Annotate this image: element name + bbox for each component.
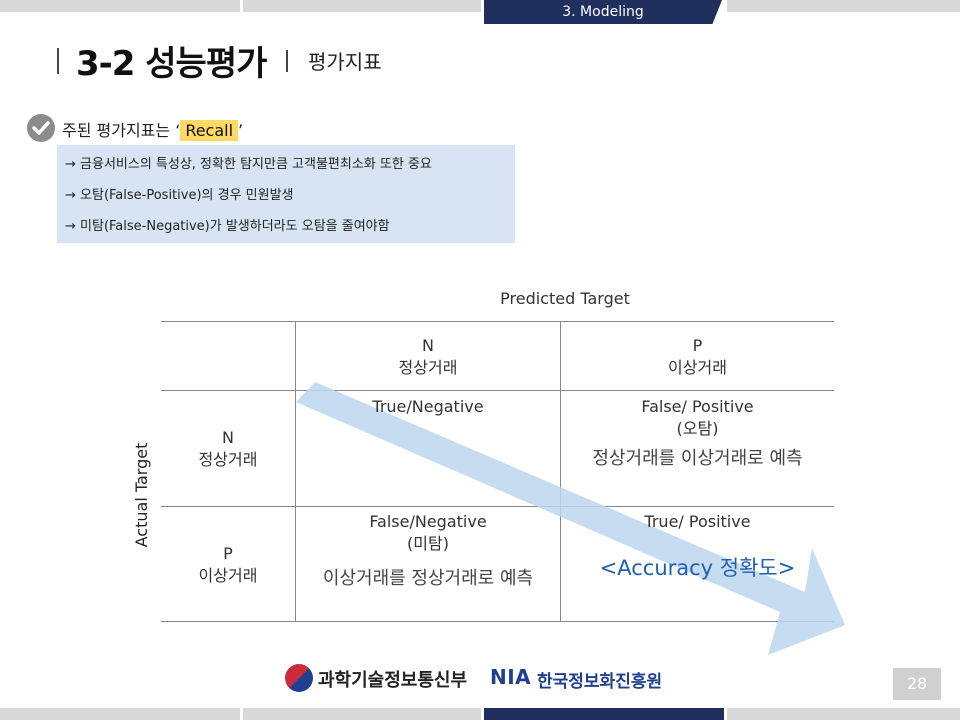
fn-desc: 이상거래를 정상거래로 예측: [322, 568, 534, 589]
ministry-logo-icon: [285, 664, 313, 692]
fp-label: False/ Positive: [641, 397, 754, 416]
col-n-name: 정상거래: [398, 358, 458, 377]
fn-label: False/Negative: [369, 512, 487, 531]
col-n-code: N: [422, 336, 434, 355]
cell-true-negative: True/Negative: [372, 397, 484, 416]
bottom-bar-segment: [0, 708, 240, 720]
row-header-p: P 이상거래: [161, 543, 295, 587]
row-p-name: 이상거래: [198, 566, 258, 585]
cell-true-positive: True/ Positive <Accuracy 정확도>: [561, 511, 834, 579]
row-header-n: N 정상거래: [161, 427, 295, 471]
ministry-name: 과학기술정보통신부: [318, 670, 468, 691]
cell-false-negative: False/Negative (미탐) 이상거래를 정상거래로 예측: [296, 511, 560, 590]
bottom-bar-segment: [727, 708, 960, 720]
accuracy-label: <Accuracy 정확도>: [599, 556, 796, 580]
fn-sub: (미탐): [407, 534, 449, 553]
fp-sub: (오탐): [676, 419, 719, 438]
nia-name: 한국정보화진흥원: [537, 672, 663, 692]
bottom-bar-segment: [243, 708, 481, 720]
predicted-target-label: Predicted Target: [500, 289, 630, 308]
row-n-code: N: [222, 428, 234, 447]
actual-target-label: Actual Target: [132, 442, 151, 548]
page-number: 28: [893, 668, 941, 700]
col-p-code: P: [692, 336, 703, 355]
col-header-p: P 이상거래: [561, 335, 834, 379]
row-n-name: 정상거래: [198, 450, 258, 469]
nia-logo: NIA: [490, 665, 532, 689]
row-p-code: P: [223, 544, 233, 563]
fp-desc: 정상거래를 이상거래로 예측: [592, 448, 803, 469]
col-header-n: N 정상거래: [296, 335, 560, 379]
cell-false-positive: False/ Positive (오탐) 정상거래를 이상거래로 예측: [561, 396, 834, 470]
tp-label: True/ Positive: [644, 512, 751, 531]
col-p-name: 이상거래: [668, 358, 727, 377]
bottom-bar-segment: [484, 708, 724, 720]
